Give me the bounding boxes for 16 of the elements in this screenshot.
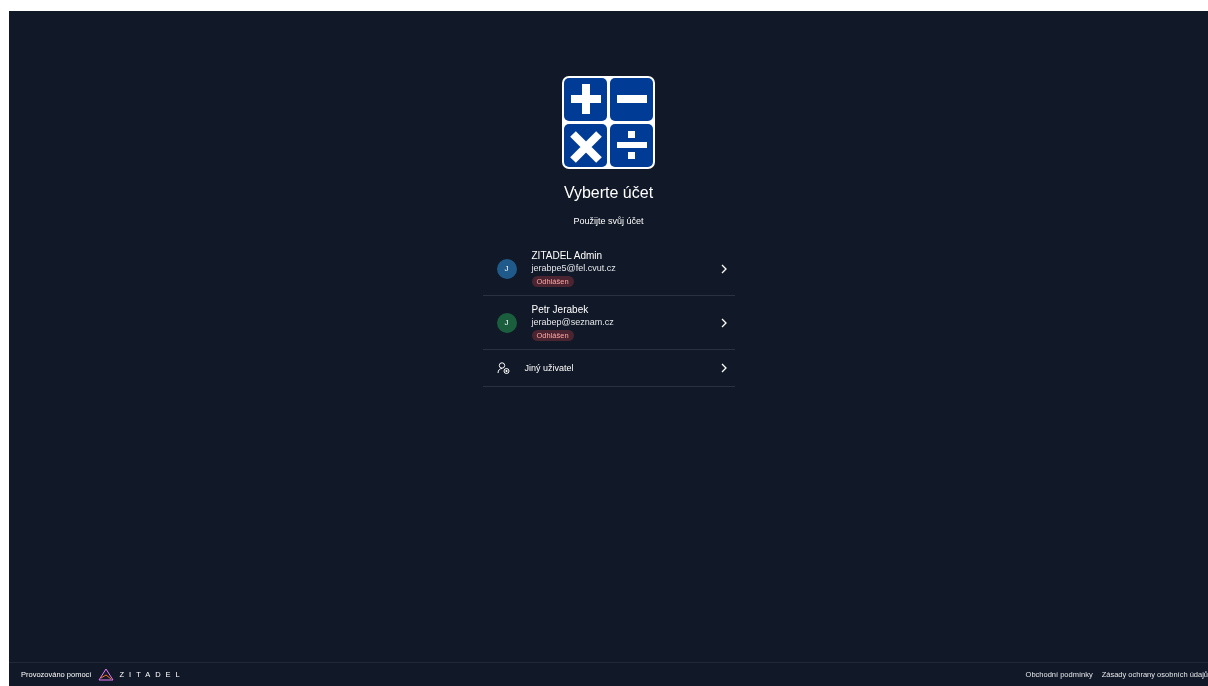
chevron-right-icon bbox=[720, 263, 727, 274]
chevron-right-icon bbox=[720, 363, 727, 373]
triangle-logo-icon bbox=[97, 667, 116, 682]
account-email: jerabep@seznam.cz bbox=[531, 317, 615, 327]
page-subtitle: Použijte svůj účet bbox=[573, 216, 644, 226]
account-name: Petr Jerabek bbox=[531, 304, 590, 315]
calculator-logo-icon bbox=[561, 75, 656, 170]
other-user-item[interactable]: Jiný uživatel bbox=[482, 350, 735, 387]
avatar: J bbox=[496, 258, 517, 279]
account-name: ZITADEL Admin bbox=[531, 250, 604, 261]
account-email: jerabpe5@fel.cvut.cz bbox=[531, 263, 617, 273]
avatar: J bbox=[496, 312, 517, 333]
user-add-icon bbox=[496, 362, 510, 374]
chevron-right-icon bbox=[720, 317, 727, 328]
page-title: Vyberte účet bbox=[563, 184, 654, 202]
account-name: Jiný uživatel bbox=[524, 363, 575, 373]
